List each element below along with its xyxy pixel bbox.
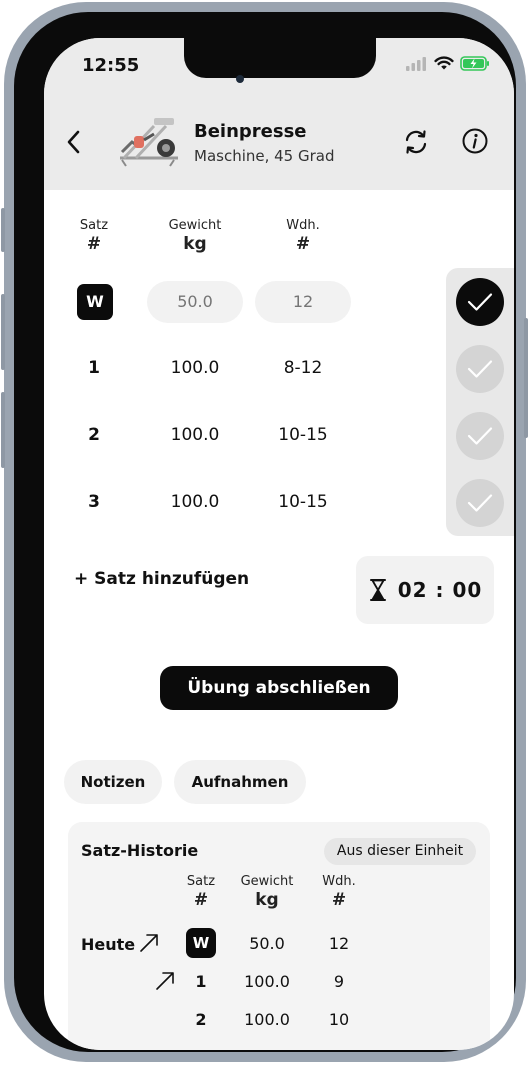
set-complete-toggle[interactable] [456, 479, 504, 527]
set-reps[interactable]: 10-15 [258, 425, 348, 445]
rest-timer-value: 02 : 00 [397, 578, 483, 602]
set-complete-toggle[interactable] [456, 345, 504, 393]
finish-exercise-button[interactable]: Übung abschließen [160, 666, 398, 710]
front-camera [236, 75, 244, 83]
set-reps[interactable]: 8-12 [258, 358, 348, 378]
weight-column-header: Gewicht kg [150, 218, 240, 254]
screen: 12:55 Beinpresse Maschine, 45 Grad Satz … [44, 38, 514, 1050]
warmup-weight-input[interactable] [147, 281, 243, 323]
set-column-unit: # [86, 234, 102, 254]
check-icon [467, 293, 493, 311]
warmup-complete-toggle[interactable] [456, 278, 504, 326]
history-weight: 100.0 [244, 972, 290, 991]
swap-icon [405, 130, 427, 154]
reps-column-unit: # [295, 234, 311, 254]
set-weight[interactable]: 100.0 [150, 492, 240, 512]
history-set-column-title: Satz [186, 874, 216, 889]
exercise-name: Beinpresse [194, 121, 307, 142]
history-set-number: 2 [195, 1010, 207, 1029]
history-weight-column-header: Gewicht kg [232, 874, 302, 910]
history-reps-column-title: Wdh. [322, 874, 356, 889]
leg-press-machine-image [120, 118, 178, 167]
history-day-label: Heute [81, 935, 136, 954]
trend-arrow-icon [156, 972, 174, 990]
set-complete-toggle[interactable] [456, 412, 504, 460]
set-weight[interactable]: 100.0 [150, 358, 240, 378]
hourglass-icon [369, 579, 386, 601]
weight-column-title: Gewicht [168, 218, 222, 233]
check-icon [467, 494, 493, 512]
history-weight-column-title: Gewicht [240, 874, 294, 889]
reps-column-title: Wdh. [286, 218, 320, 233]
history-filter-button[interactable]: Aus dieser Einheit [324, 838, 476, 865]
mute-switch [1, 208, 5, 252]
set-history-title: Satz-Historie [81, 841, 199, 860]
history-weight: 100.0 [244, 1010, 290, 1029]
history-reps: 10 [328, 1010, 350, 1029]
history-weight-column-unit: kg [255, 890, 279, 910]
status-icons [406, 56, 490, 71]
exercise-subtitle: Maschine, 45 Grad [194, 147, 335, 165]
wifi-icon [434, 56, 454, 70]
phone-bezel: 12:55 Beinpresse Maschine, 45 Grad Satz … [14, 12, 516, 1052]
volume-down-button [1, 392, 5, 468]
set-number: 3 [88, 492, 100, 512]
history-set-badge: W [186, 928, 216, 958]
warmup-reps-input[interactable] [255, 281, 351, 323]
notch [184, 38, 376, 78]
history-set-column-header: Satz # [179, 874, 223, 910]
back-icon [67, 130, 80, 154]
reps-column-header: Wdh. # [258, 218, 348, 254]
battery-icon [460, 56, 489, 71]
swap-exercise-button[interactable] [402, 128, 430, 160]
recordings-button[interactable]: Aufnahmen [174, 760, 306, 804]
history-reps-column-unit: # [331, 890, 347, 910]
exercise-thumbnail [114, 112, 184, 172]
phone-frame: 12:55 Beinpresse Maschine, 45 Grad Satz … [1, 2, 528, 1062]
set-reps[interactable]: 10-15 [258, 492, 348, 512]
set-weight[interactable]: 100.0 [150, 425, 240, 445]
signal-icon [406, 56, 426, 71]
trend-arrow-icon [140, 934, 158, 952]
history-reps-column-header: Wdh. # [316, 874, 362, 910]
back-button[interactable] [64, 129, 82, 159]
history-set-number: 1 [195, 972, 207, 991]
power-button [524, 318, 528, 438]
volume-up-button [1, 294, 5, 370]
history-weight: 50.0 [249, 934, 285, 953]
check-icon [467, 427, 493, 445]
info-button[interactable] [461, 127, 489, 159]
set-history-card: Satz-Historie Aus dieser Einheit Satz # … [68, 822, 490, 1050]
history-set-column-unit: # [193, 890, 209, 910]
add-set-button[interactable]: + Satz hinzufügen [74, 569, 249, 589]
notes-button[interactable]: Notizen [64, 760, 162, 804]
history-reps: 9 [333, 972, 345, 991]
set-number: 2 [88, 425, 100, 445]
set-column-title: Satz [79, 218, 109, 233]
history-reps: 12 [328, 934, 350, 953]
status-time: 12:55 [82, 55, 140, 76]
set-column-header: Satz # [60, 218, 128, 254]
rest-timer-button[interactable]: 02 : 00 [356, 556, 494, 624]
info-icon [462, 128, 488, 154]
warmup-badge: W [77, 284, 113, 320]
check-icon [467, 360, 493, 378]
set-number: 1 [88, 358, 100, 378]
weight-column-unit: kg [183, 234, 207, 254]
